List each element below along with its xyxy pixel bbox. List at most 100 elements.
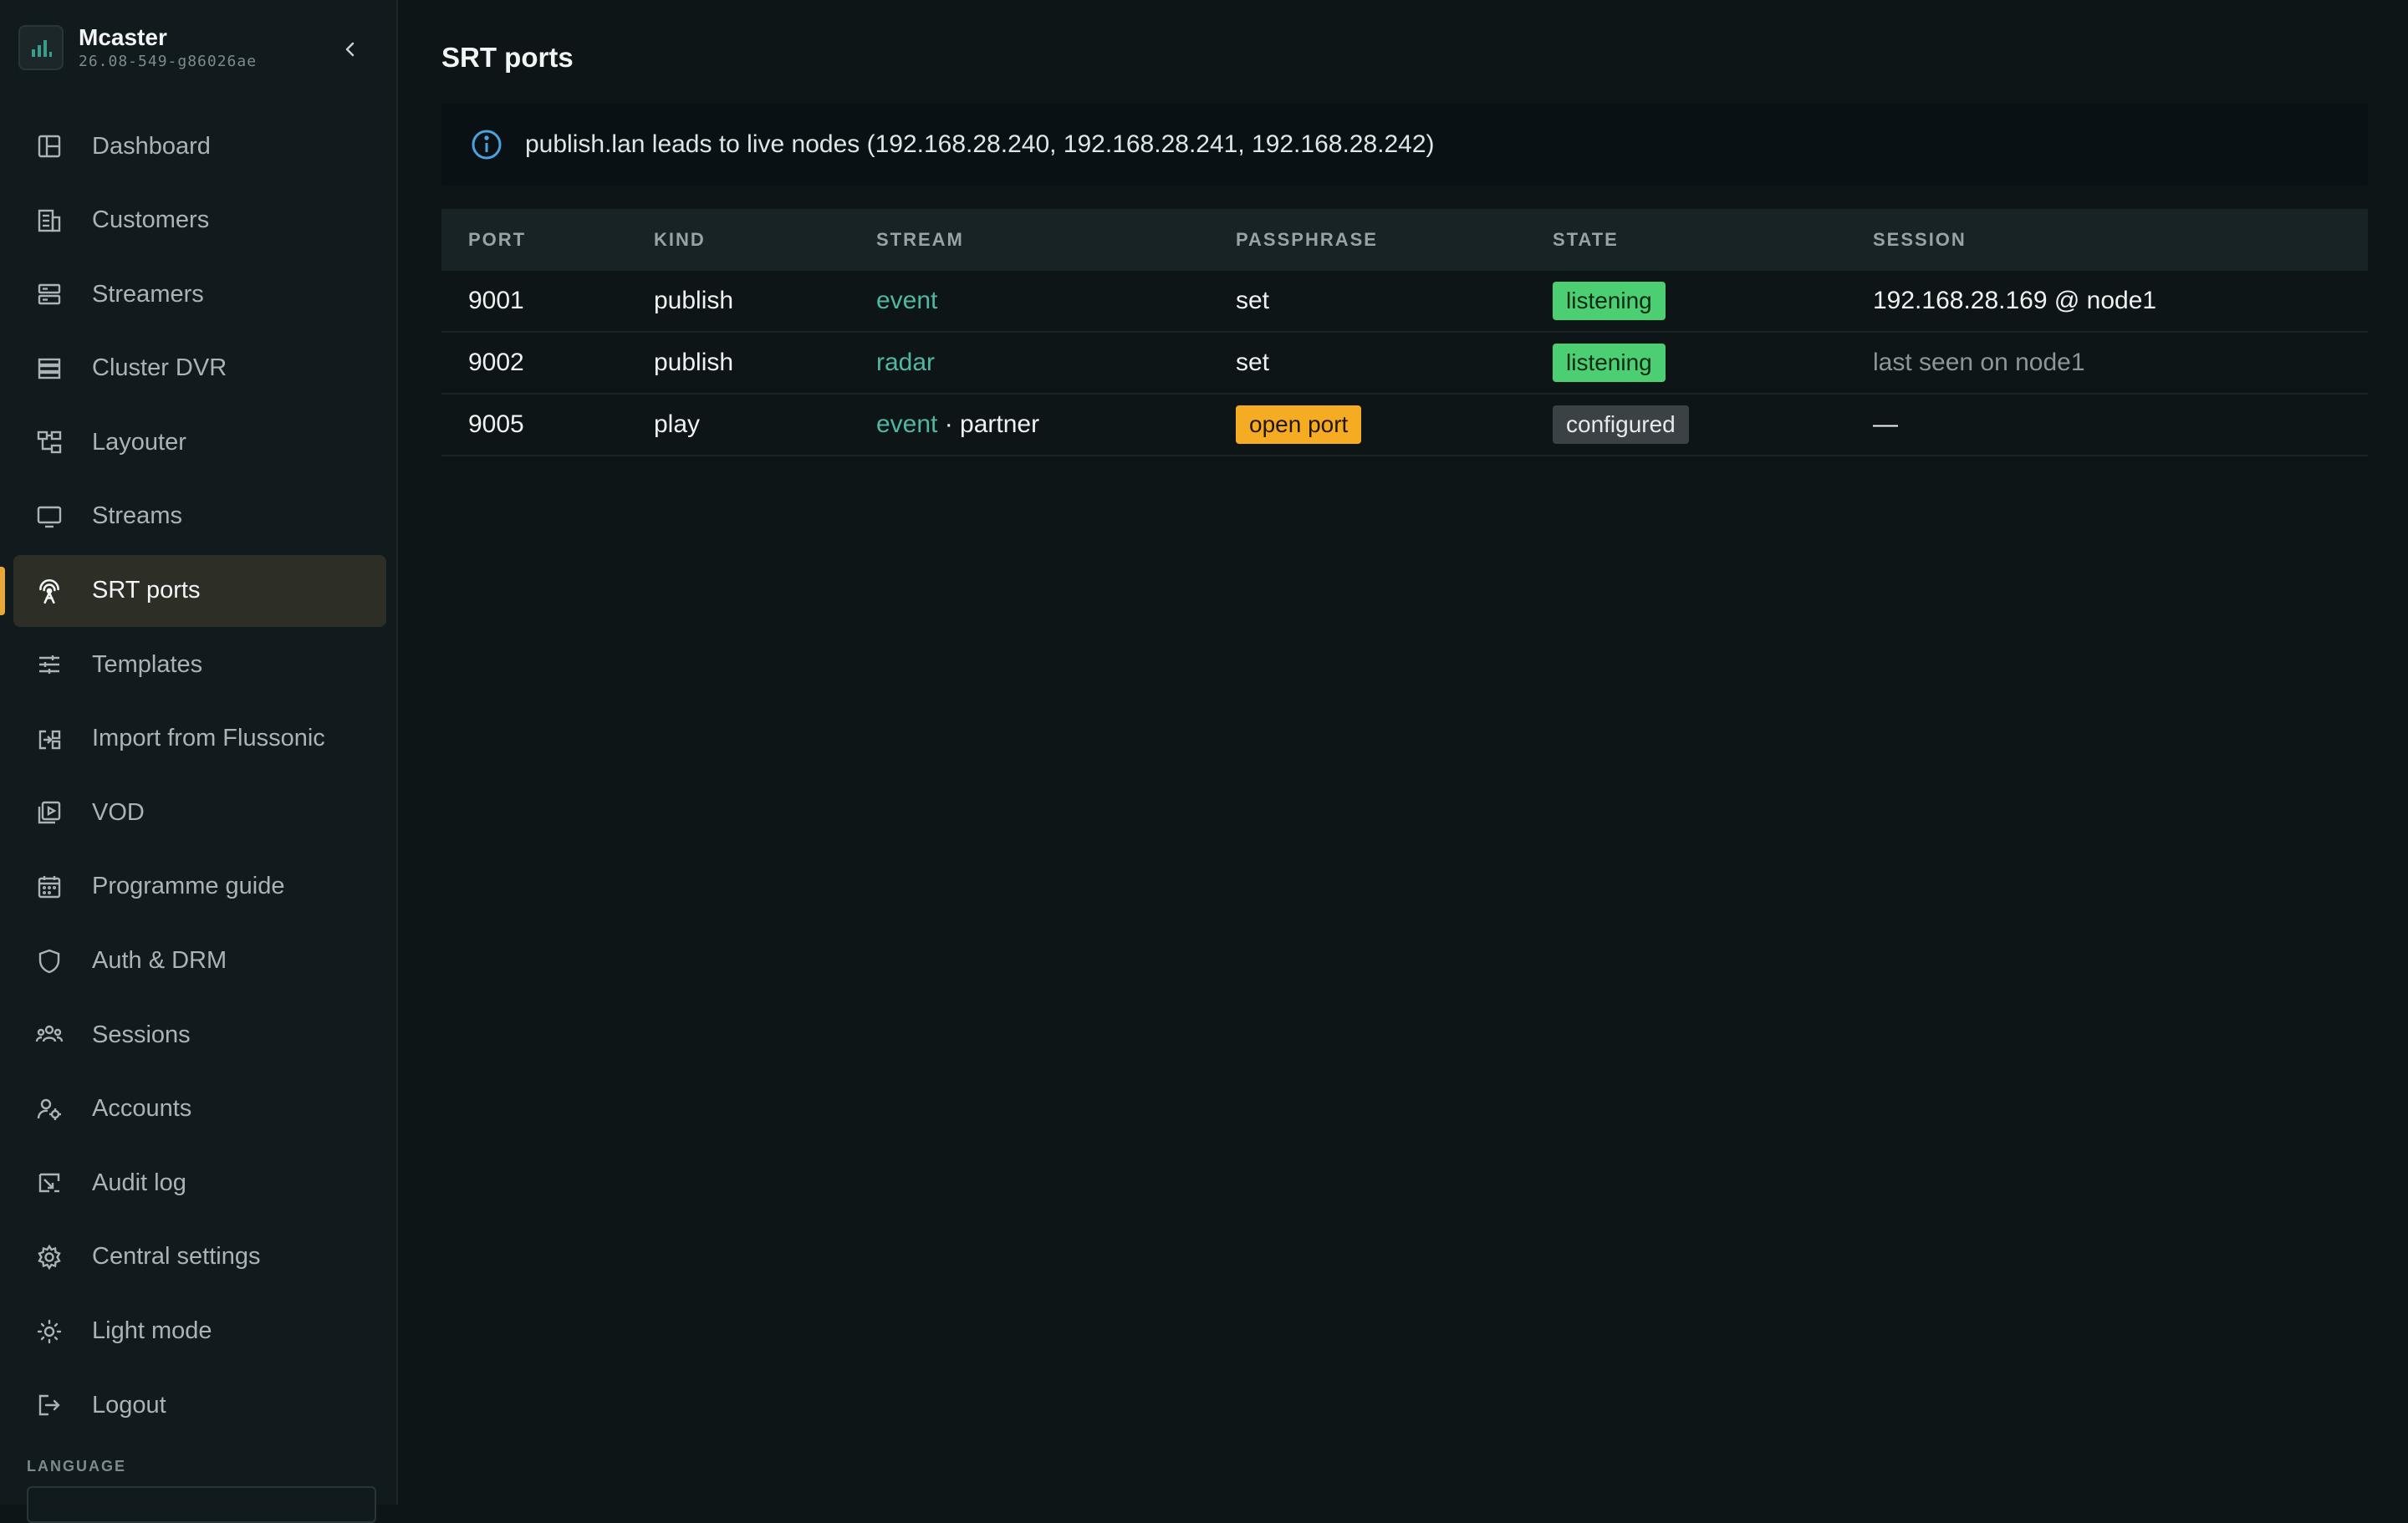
layout-icon (33, 426, 65, 458)
kind-cell: publish (654, 287, 734, 314)
sidebar-item-streamers[interactable]: Streamers (13, 258, 386, 330)
language-label: LANGUAGE (27, 1458, 126, 1475)
calendar-icon (33, 871, 65, 903)
collapse-sidebar-button[interactable] (333, 32, 368, 67)
sidebar-item-light-mode[interactable]: Light mode (13, 1296, 386, 1368)
sidebar-item-label: Customers (92, 206, 210, 234)
stream-link[interactable]: event (876, 287, 937, 315)
sidebar-item-label: Central settings (92, 1243, 261, 1271)
kind-cell: publish (654, 349, 734, 376)
app-root: Mcaster 26.08-549-g86026ae Dashboard Cus… (0, 0, 2408, 1523)
header-kind: KIND (654, 229, 706, 250)
sidebar-item-programme-guide[interactable]: Programme guide (13, 851, 386, 923)
play-icon (33, 797, 65, 828)
import-icon (33, 723, 65, 755)
stream-cell: event · partner (876, 410, 1236, 439)
table-header: PORT KIND STREAM PASSPHRASE STATE SESSIO… (441, 209, 2368, 271)
table-row[interactable]: 9001 publish event set listening 192.168… (441, 271, 2368, 333)
stream-link[interactable]: radar (876, 349, 935, 377)
server-icon (33, 278, 65, 310)
sidebar-item-layouter[interactable]: Layouter (13, 406, 386, 478)
language-select[interactable] (27, 1486, 376, 1523)
state-badge: listening (1553, 344, 1666, 382)
sidebar-item-accounts[interactable]: Accounts (13, 1073, 386, 1145)
page-title: SRT ports (441, 42, 574, 73)
port-cell: 9002 (468, 349, 524, 376)
user-gear-icon (33, 1093, 65, 1125)
sidebar-item-label: Light mode (92, 1317, 212, 1344)
sidebar-item-label: Import from Flussonic (92, 725, 325, 752)
sun-icon (33, 1316, 65, 1347)
sidebar: Mcaster 26.08-549-g86026ae Dashboard Cus… (0, 0, 398, 1523)
sidebar-item-vod[interactable]: VOD (13, 777, 386, 848)
sidebar-item-label: Accounts (92, 1095, 192, 1123)
sidebar-item-label: VOD (92, 798, 145, 826)
sliders-icon (33, 649, 65, 680)
chevron-left-icon (345, 42, 355, 57)
sidebar-item-audit-log[interactable]: Audit log (13, 1147, 386, 1219)
srt-ports-table: PORT KIND STREAM PASSPHRASE STATE SESSIO… (441, 209, 2368, 456)
sidebar-item-cluster-dvr[interactable]: Cluster DVR (13, 333, 386, 405)
sidebar-item-label: Audit log (92, 1169, 186, 1196)
sidebar-item-central-settings[interactable]: Central settings (13, 1221, 386, 1293)
app-name: Mcaster (79, 24, 167, 50)
app-version: 26.08-549-g86026ae (79, 53, 258, 70)
dashboard-icon (33, 130, 65, 162)
sidebar-item-streams[interactable]: Streams (13, 481, 386, 553)
passphrase-badge: open port (1236, 405, 1362, 444)
sidebar-item-srt-ports[interactable]: SRT ports (0, 554, 386, 627)
session-cell: last seen on node1 (1873, 349, 2085, 376)
antenna-icon (33, 575, 65, 607)
info-icon (472, 130, 502, 160)
sidebar-item-label: Dashboard (92, 132, 211, 160)
sidebar-item-label: Templates (92, 650, 203, 678)
logout-icon (33, 1389, 65, 1421)
users-icon (33, 1019, 65, 1051)
sidebar-item-label: Streamers (92, 280, 204, 308)
session-cell: — (1873, 410, 1898, 438)
brand: Mcaster 26.08-549-g86026ae (18, 23, 257, 72)
sidebar-item-dashboard[interactable]: Dashboard (13, 110, 386, 182)
sidebar-item-import-from-flussonic[interactable]: Import from Flussonic (13, 703, 386, 775)
header-state: STATE (1553, 229, 1619, 250)
sidebar-item-label: Streams (92, 502, 182, 530)
header-session: SESSION (1873, 229, 1967, 250)
passphrase-cell: set (1236, 349, 1270, 376)
header-stream: STREAM (876, 229, 964, 250)
sidebar-item-templates[interactable]: Templates (13, 629, 386, 700)
kind-cell: play (654, 410, 701, 438)
audit-icon (33, 1167, 65, 1199)
passphrase-cell: set (1236, 287, 1270, 314)
info-banner: publish.lan leads to live nodes (192.168… (441, 104, 2368, 186)
sidebar-item-logout[interactable]: Logout (13, 1369, 386, 1441)
header-passphrase: PASSPHRASE (1236, 229, 1378, 250)
state-cell: listening (1553, 282, 1873, 320)
sidebar-nav: Dashboard Customers Streamers Cluster DV… (0, 110, 386, 1444)
sidebar-item-label: SRT ports (92, 577, 201, 604)
port-cell: 9005 (468, 410, 524, 438)
sidebar-item-label: Sessions (92, 1021, 191, 1048)
table-row[interactable]: 9005 play event · partner open port conf… (441, 395, 2368, 456)
sidebar-item-label: Logout (92, 1391, 166, 1419)
sidebar-item-label: Auth & DRM (92, 947, 227, 975)
sidebar-item-sessions[interactable]: Sessions (13, 999, 386, 1071)
stream-suffix: · partner (937, 410, 1040, 438)
sidebar-item-customers[interactable]: Customers (13, 185, 386, 257)
sidebar-item-label: Layouter (92, 428, 186, 456)
state-cell: configured (1553, 405, 1873, 444)
stream-link[interactable]: event (876, 410, 937, 439)
state-cell: listening (1553, 344, 1873, 382)
main-content: SRT ports publish.lan leads to live node… (398, 0, 2408, 1505)
header-port: PORT (468, 229, 527, 250)
stream-cell: radar (876, 349, 1236, 377)
port-cell: 9001 (468, 287, 524, 314)
state-badge: listening (1553, 282, 1666, 320)
sidebar-item-label: Programme guide (92, 873, 285, 900)
building-icon (33, 205, 65, 237)
stream-cell: event (876, 287, 1236, 315)
sidebar-item-label: Cluster DVR (92, 354, 227, 382)
session-cell: 192.168.28.169 @ node1 (1873, 287, 2157, 314)
storage-icon (33, 353, 65, 385)
sidebar-item-auth-drm[interactable]: Auth & DRM (13, 925, 386, 997)
table-row[interactable]: 9002 publish radar set listening last se… (441, 333, 2368, 395)
